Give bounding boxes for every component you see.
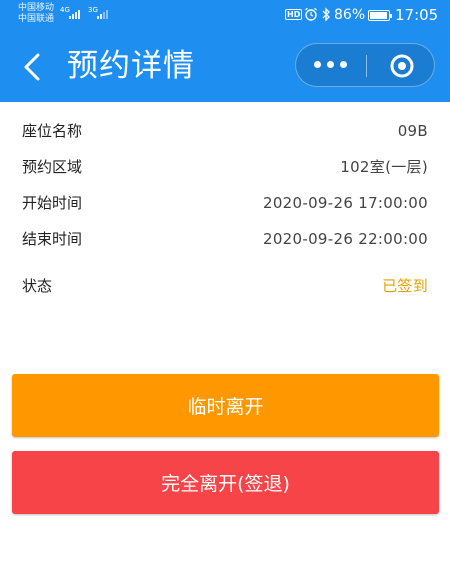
mini-program-capsule	[295, 43, 435, 87]
more-icon[interactable]	[314, 61, 347, 68]
detail-label: 预约区域	[22, 158, 83, 176]
battery-percent: 86%	[334, 7, 366, 23]
alarm-icon	[305, 7, 317, 21]
detail-row-seat-name: 座位名称 09B	[22, 119, 428, 143]
detail-row-end-time: 结束时间 2020-09-26 22:00:00	[22, 227, 428, 251]
close-mini-program-icon[interactable]	[389, 53, 415, 79]
detail-row-start-time: 开始时间 2020-09-26 17:00:00	[22, 191, 428, 215]
detail-value: 09B	[397, 122, 428, 140]
detail-label: 座位名称	[22, 122, 83, 140]
nav-header: 中国移动 中国联通 4G 3G HD 86% 17:05 预约详情	[0, 0, 450, 102]
detail-value: 2020-09-26 22:00:00	[262, 230, 428, 248]
capsule-divider	[366, 55, 367, 77]
detail-value: 2020-09-26 17:00:00	[262, 194, 428, 212]
carrier-2: 中国联通	[18, 14, 55, 24]
detail-label: 开始时间	[22, 194, 83, 212]
signal-icon	[69, 10, 80, 19]
page-title: 预约详情	[67, 48, 195, 84]
hd-badge: HD	[285, 9, 303, 20]
full-leave-checkout-button[interactable]: 完全离开(签退)	[12, 451, 439, 514]
detail-label: 结束时间	[22, 230, 83, 248]
carrier-info: 中国移动 中国联通	[18, 3, 54, 25]
signal-icon	[97, 10, 108, 19]
detail-value: 102室(一层)	[340, 158, 428, 176]
back-button[interactable]	[18, 50, 48, 84]
battery-icon	[368, 10, 392, 21]
detail-row-area: 预约区域 102室(一层)	[22, 155, 428, 179]
detail-row-status: 状态 已签到	[22, 274, 428, 298]
bluetooth-icon	[322, 7, 330, 22]
status-bar: 中国移动 中国联通 4G 3G HD 86% 17:05	[0, 0, 450, 32]
clock: 17:05	[395, 6, 439, 24]
temporary-leave-button[interactable]: 临时离开	[12, 374, 439, 437]
detail-label: 状态	[22, 277, 53, 295]
carrier-1: 中国移动	[18, 3, 55, 13]
status-badge: 已签到	[382, 277, 428, 295]
